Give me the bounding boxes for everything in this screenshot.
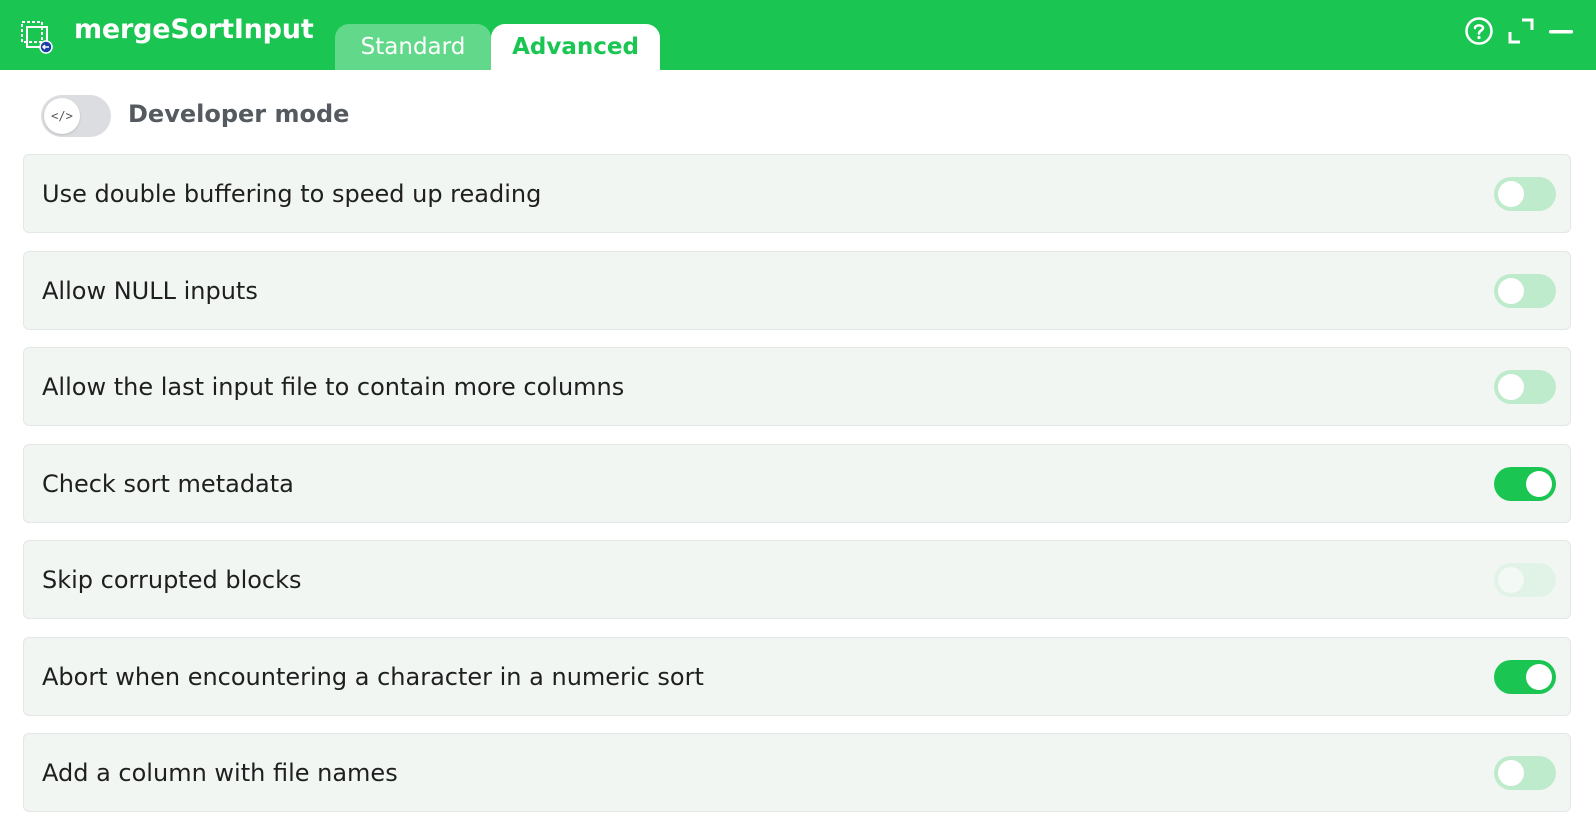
- switch-knob: [1498, 181, 1524, 207]
- option-row: Allow the last input file to contain mor…: [23, 347, 1571, 426]
- option-label: Add a column with file names: [42, 758, 398, 787]
- option-label: Skip corrupted blocks: [42, 565, 302, 594]
- skip-corrupted-blocks-switch: [1494, 563, 1556, 597]
- allow-null-inputs-switch[interactable]: [1494, 274, 1556, 308]
- option-label: Check sort metadata: [42, 469, 294, 498]
- add-file-name-column-switch[interactable]: [1494, 756, 1556, 790]
- option-row: Add a column with file names: [23, 733, 1571, 812]
- option-label: Use double buffering to speed up reading: [42, 179, 542, 208]
- switch-knob: [1498, 567, 1524, 593]
- option-row: Check sort metadata: [23, 444, 1571, 523]
- switch-knob: [1526, 664, 1552, 690]
- option-label: Abort when encountering a character in a…: [42, 662, 704, 691]
- maximize-button[interactable]: [1504, 14, 1538, 48]
- code-icon: </>: [44, 98, 80, 134]
- minimize-icon: [1549, 30, 1573, 34]
- developer-mode-label: Developer mode: [128, 100, 350, 128]
- option-row: Allow NULL inputs: [23, 251, 1571, 330]
- switch-knob: [1498, 374, 1524, 400]
- minimize-button[interactable]: [1544, 14, 1578, 48]
- header-bar: mergeSortInput Standard Advanced: [0, 0, 1596, 70]
- help-icon: [1465, 17, 1493, 45]
- option-row: Use double buffering to speed up reading: [23, 154, 1571, 233]
- double-buffering-switch[interactable]: [1494, 177, 1556, 211]
- switch-knob: [1526, 471, 1552, 497]
- abort-on-character-switch[interactable]: [1494, 660, 1556, 694]
- last-input-more-columns-switch[interactable]: [1494, 370, 1556, 404]
- option-row: Abort when encountering a character in a…: [23, 637, 1571, 716]
- switch-knob: [1498, 278, 1524, 304]
- maximize-icon: [1508, 18, 1534, 44]
- app-title: mergeSortInput: [74, 14, 314, 45]
- check-sort-metadata-switch[interactable]: [1494, 467, 1556, 501]
- tab-advanced[interactable]: Advanced: [491, 24, 660, 70]
- option-label: Allow NULL inputs: [42, 276, 258, 305]
- tab-standard[interactable]: Standard: [335, 24, 491, 70]
- option-row: Skip corrupted blocks: [23, 540, 1571, 619]
- option-label: Allow the last input file to contain mor…: [42, 372, 625, 401]
- help-button[interactable]: [1462, 14, 1496, 48]
- developer-mode-toggle[interactable]: </>: [41, 95, 111, 137]
- component-input-icon: [18, 18, 54, 54]
- switch-knob: [1498, 760, 1524, 786]
